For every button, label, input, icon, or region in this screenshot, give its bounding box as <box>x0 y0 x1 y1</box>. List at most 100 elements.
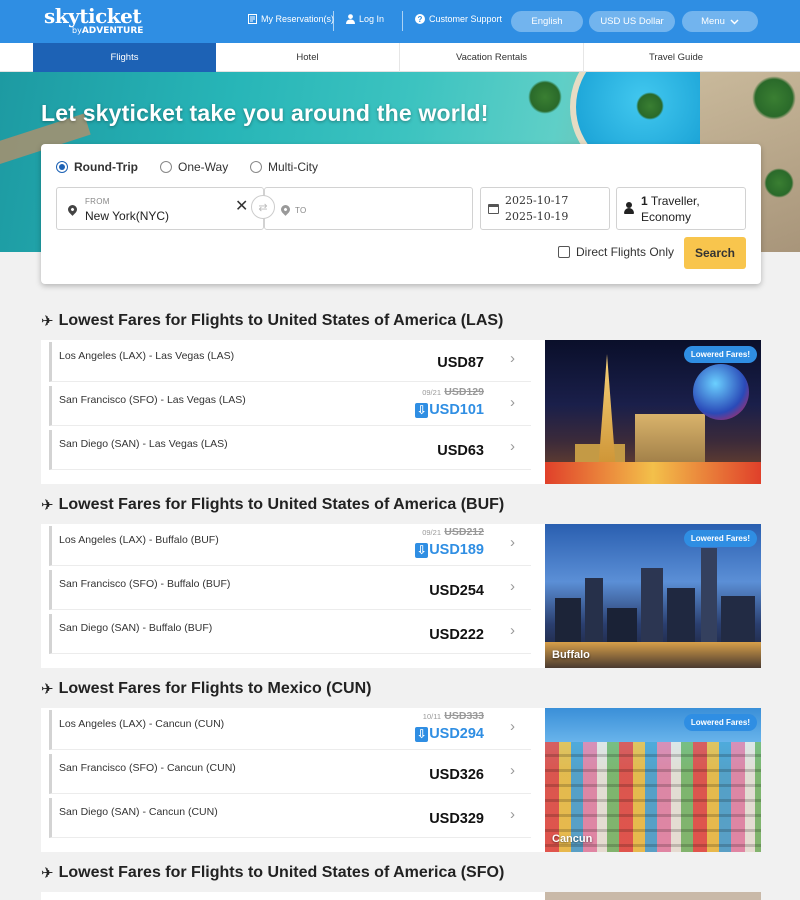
fare-route-row[interactable]: San Francisco (SFO) - Las Vegas (LAS) 09… <box>49 386 531 426</box>
chevron-right-icon: › <box>510 762 515 779</box>
login-link[interactable]: Log In <box>346 14 384 24</box>
depart-date: 2025-10-17 <box>505 194 569 207</box>
fare-route-row[interactable]: San Diego (SAN) - Buffalo (BUF) USD222 › <box>49 614 531 654</box>
from-field[interactable]: FROM New York(NYC) <box>56 187 264 230</box>
arrow-down-icon: ⇩ <box>415 402 429 418</box>
document-icon <box>248 14 257 24</box>
radio-selected <box>56 161 68 173</box>
traveller-icon <box>624 202 634 215</box>
section-title: ✈ Lowest Fares for Flights to United Sta… <box>41 312 504 330</box>
fare-route-row[interactable]: San Francisco (SFO) - Buffalo (BUF) USD2… <box>49 570 531 610</box>
flight-search-form: Round-Trip One-Way Multi-City FROM New Y… <box>41 144 761 284</box>
previous-fare-price: USD129 <box>444 386 484 398</box>
chevron-right-icon: › <box>510 718 515 735</box>
header-divider <box>402 11 403 31</box>
menu-button[interactable]: Menu <box>682 11 758 32</box>
fare-list: Los Angeles (LAX) - Cancun (CUN) 10/11 U… <box>41 708 545 852</box>
tab-hotel[interactable]: Hotel <box>216 43 400 72</box>
help-icon: ? <box>415 14 425 24</box>
fare-route-row[interactable]: Los Angeles (LAX) - Buffalo (BUF) 09/21 … <box>49 526 531 566</box>
route-name: San Francisco (SFO) - Las Vegas (LAS) <box>59 394 246 406</box>
trip-type-multi-city[interactable]: Multi-City <box>250 160 318 174</box>
trip-type-label: Multi-City <box>268 160 318 174</box>
to-field[interactable]: TO <box>264 187 473 230</box>
hero-palm-graphic <box>764 168 794 198</box>
checkbox-box <box>558 246 570 258</box>
route-name: Los Angeles (LAX) - Cancun (CUN) <box>59 718 225 730</box>
route-name: San Diego (SAN) - Las Vegas (LAS) <box>59 438 228 450</box>
destination-photo[interactable] <box>545 892 761 900</box>
route-name: Los Angeles (LAX) - Buffalo (BUF) <box>59 534 219 546</box>
destination-photo-las-vegas[interactable]: Lowered Fares! <box>545 340 761 484</box>
section-title: ✈ Lowest Fares for Flights to Mexico (CU… <box>41 680 372 698</box>
route-name: Los Angeles (LAX) - Las Vegas (LAS) <box>59 350 235 362</box>
clear-icon[interactable]: ✕ <box>235 199 248 215</box>
location-pin-icon <box>66 203 79 216</box>
route-name: San Francisco (SFO) - Cancun (CUN) <box>59 762 236 774</box>
language-selector[interactable]: English <box>511 11 583 32</box>
customer-support-label: Customer Support <box>429 14 503 24</box>
lowered-fare-price: ⇩ USD101 <box>415 402 484 418</box>
trip-type-one-way[interactable]: One-Way <box>160 160 228 174</box>
swap-icon[interactable]: ⇄ <box>251 195 275 219</box>
travellers-summary: 1 Traveller, <box>641 194 700 208</box>
airplane-icon: ✈ <box>41 681 54 698</box>
airplane-icon: ✈ <box>41 497 54 514</box>
location-pin-icon <box>279 203 292 216</box>
destination-photo-buffalo[interactable]: Lowered Fares! Buffalo <box>545 524 761 668</box>
previous-fare-price: USD333 <box>444 710 484 722</box>
route-price: USD87 <box>437 355 484 371</box>
chevron-right-icon: › <box>510 350 515 367</box>
tab-flights[interactable]: Flights <box>33 43 216 72</box>
airplane-icon: ✈ <box>41 313 54 330</box>
direct-flights-only-label: Direct Flights Only <box>576 245 675 259</box>
route-price: USD326 <box>429 767 484 783</box>
destination-photo-cancun[interactable]: Lowered Fares! Cancun <box>545 708 761 852</box>
chevron-right-icon: › <box>510 578 515 595</box>
tab-travel-guide[interactable]: Travel Guide <box>584 43 768 72</box>
arrow-down-icon: ⇩ <box>415 542 429 558</box>
destination-city-label: Buffalo <box>552 649 590 661</box>
direct-flights-only-checkbox[interactable]: Direct Flights Only <box>558 245 674 259</box>
customer-support-link[interactable]: ? Customer Support <box>415 14 502 24</box>
lowered-fare-price: ⇩ USD189 <box>415 542 484 558</box>
lowered-fares-badge: Lowered Fares! <box>683 714 757 731</box>
arrow-down-icon: ⇩ <box>415 726 429 742</box>
my-reservations-link[interactable]: My Reservation(s) <box>248 14 334 24</box>
from-label: FROM <box>85 197 110 206</box>
fare-list: Los Angeles (LAX) - Buffalo (BUF) 09/21 … <box>41 524 545 668</box>
lowered-fare-price: ⇩ USD294 <box>415 726 484 742</box>
destination-city-label: Cancun <box>552 833 593 845</box>
trip-type-round-trip[interactable]: Round-Trip <box>56 160 138 174</box>
to-label: TO <box>295 206 307 215</box>
previous-fare-date: 09/21 <box>422 528 441 537</box>
fare-route-row[interactable]: San Francisco (SFO) - Cancun (CUN) USD32… <box>49 754 531 794</box>
search-button[interactable]: Search <box>684 237 746 269</box>
fare-list: Los Angeles (LAX) - Las Vegas (LAS) USD8… <box>41 340 545 484</box>
fare-route-row[interactable]: Los Angeles (LAX) - Las Vegas (LAS) USD8… <box>49 342 531 382</box>
chevron-right-icon: › <box>510 622 515 639</box>
calendar-icon <box>488 204 499 214</box>
fare-route-row[interactable]: San Diego (SAN) - Las Vegas (LAS) USD63 … <box>49 430 531 470</box>
route-price: USD63 <box>437 443 484 459</box>
hero-headline: Let skyticket take you around the world! <box>41 100 489 126</box>
trip-type-label: Round-Trip <box>74 160 138 174</box>
site-logo[interactable]: skyticket byADVENTURE <box>44 6 143 36</box>
logo-subtitle: byADVENTURE <box>72 26 144 36</box>
fare-route-row[interactable]: San Diego (SAN) - Cancun (CUN) USD329 › <box>49 798 531 838</box>
chevron-down-icon <box>730 18 739 25</box>
section-title: ✈ Lowest Fares for Flights to United Sta… <box>41 864 505 882</box>
fare-route-row[interactable]: Los Angeles (LAX) - Cancun (CUN) 10/11 U… <box>49 710 531 750</box>
fare-list <box>41 892 545 900</box>
lowered-fares-badge: Lowered Fares! <box>683 530 757 547</box>
hero-palm-graphic <box>752 76 796 120</box>
previous-fare-date: 09/21 <box>422 388 441 397</box>
top-header: skyticket byADVENTURE My Reservation(s) … <box>0 0 800 43</box>
return-date: 2025-10-19 <box>505 210 569 223</box>
previous-fare-price: USD212 <box>444 526 484 538</box>
tab-vacation-rentals[interactable]: Vacation Rentals <box>400 43 584 72</box>
route-name: San Francisco (SFO) - Buffalo (BUF) <box>59 578 231 590</box>
currency-selector[interactable]: USD US Dollar <box>589 11 675 32</box>
product-tabs: Flights Hotel Vacation Rentals Travel Gu… <box>0 43 800 72</box>
previous-fare-date: 10/11 <box>422 712 441 721</box>
